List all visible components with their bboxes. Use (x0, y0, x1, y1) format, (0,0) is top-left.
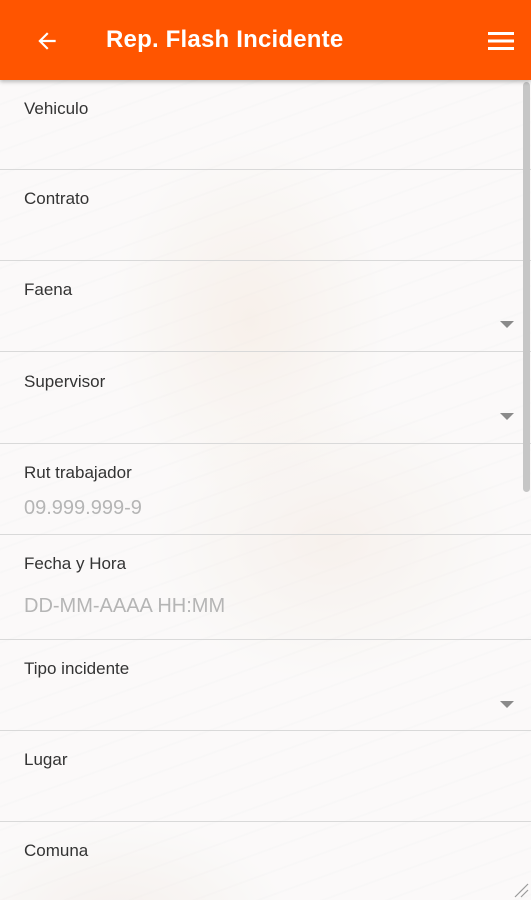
fecha-hora-placeholder: DD-MM-AAAA HH:MM (24, 595, 226, 617)
arrow-left-icon (38, 32, 56, 50)
supervisor-select[interactable]: Supervisor (0, 352, 531, 444)
tipo-incidente-select[interactable]: Tipo incidente (0, 640, 531, 731)
lugar-label: Lugar (24, 750, 68, 769)
tipo-incidente-label: Tipo incidente (24, 659, 130, 678)
rut-trabajador-field[interactable]: Rut trabajador 09.999.999-9 (0, 444, 531, 535)
hamburger-menu-icon (488, 32, 514, 50)
contrato-field[interactable]: Contrato (0, 170, 531, 261)
rut-trabajador-placeholder: 09.999.999-9 (24, 497, 142, 519)
supervisor-label: Supervisor (24, 372, 106, 391)
rut-trabajador-label: Rut trabajador (24, 463, 132, 482)
fecha-hora-field[interactable]: Fecha y Hora DD-MM-AAAA HH:MM (0, 535, 531, 640)
vehiculo-field[interactable]: Vehiculo (0, 80, 531, 170)
app-bar: Rep. Flash Incidente (0, 0, 531, 80)
vehiculo-label: Vehiculo (24, 99, 89, 118)
chevron-down-icon (500, 321, 514, 328)
fecha-hora-label: Fecha y Hora (24, 554, 127, 573)
resize-grip-icon[interactable] (511, 880, 529, 898)
chevron-down-icon (500, 413, 514, 420)
lugar-field[interactable]: Lugar (0, 731, 531, 822)
comuna-label: Comuna (24, 841, 89, 860)
back-button[interactable] (30, 24, 64, 58)
comuna-field[interactable]: Comuna (0, 822, 531, 900)
page-title: Rep. Flash Incidente (106, 26, 344, 53)
contrato-label: Contrato (24, 189, 90, 208)
faena-label: Faena (24, 280, 73, 299)
chevron-down-icon (500, 701, 514, 708)
menu-button[interactable] (484, 24, 518, 58)
incident-form: Vehiculo Contrato Faena Supervisor Rut t… (0, 80, 531, 900)
scrollbar[interactable] (523, 82, 530, 492)
faena-select[interactable]: Faena (0, 261, 531, 352)
